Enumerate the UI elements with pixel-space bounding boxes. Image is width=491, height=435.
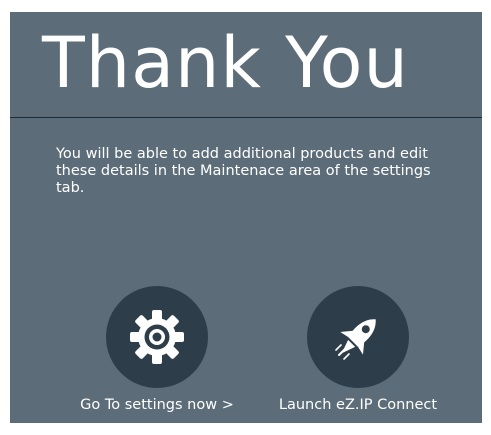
info-message: You will be able to add additional produ… (56, 146, 431, 196)
go-to-settings-label[interactable]: Go To settings now > (62, 396, 252, 414)
launch-app-button[interactable]: Launch eZ.IP Connect (263, 286, 453, 414)
settings-icon-circle[interactable] (106, 286, 208, 388)
rocket-icon (335, 319, 376, 360)
launch-icon-circle[interactable] (307, 286, 409, 388)
launch-app-label[interactable]: Launch eZ.IP Connect (263, 396, 453, 414)
thank-you-panel: Thank You You will be able to add additi… (10, 12, 482, 423)
page-title: Thank You (42, 22, 409, 104)
gear-icon (130, 310, 184, 364)
title-divider (10, 117, 482, 118)
go-to-settings-button[interactable]: Go To settings now > (62, 286, 252, 414)
